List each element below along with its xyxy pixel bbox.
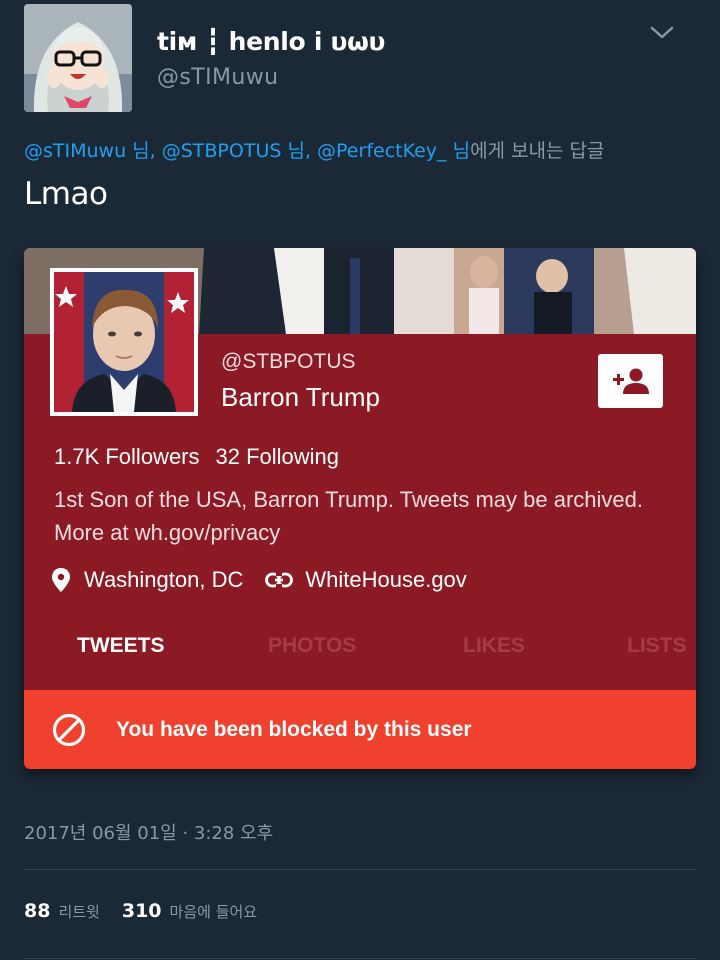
profile-card[interactable]: @STBPOTUS Barron Trump 1.7K Followers 32 … — [24, 248, 696, 769]
anime-avatar-image — [24, 4, 132, 112]
tab-likes[interactable]: LIKES — [463, 634, 525, 658]
profile-bio: 1st Son of the USA, Barron Trump. Tweets… — [54, 487, 643, 545]
profile-website-link[interactable]: WhiteHouse.gov — [305, 567, 466, 593]
followers-count[interactable]: 1.7K Followers — [54, 444, 200, 469]
profile-location: Washington, DC — [84, 567, 244, 592]
blocked-notice: You have been blocked by this user — [24, 690, 696, 769]
link-icon — [265, 572, 294, 588]
blocked-message: You have been blocked by this user — [116, 717, 472, 741]
engagement-stats: 88 리트윗 310 마음에 들어요 — [24, 900, 257, 922]
author-avatar[interactable] — [24, 4, 132, 112]
divider — [24, 869, 696, 870]
profile-portrait-image — [54, 272, 194, 412]
mention-link[interactable]: @sTIMuwu — [24, 140, 126, 162]
mention-suffix: 님, — [126, 140, 162, 162]
profile-handle: @STBPOTUS — [221, 350, 356, 373]
mention-suffix: 님, — [281, 140, 318, 162]
profile-name: Barron Trump — [221, 382, 380, 412]
mention-link[interactable]: @STBPOTUS — [162, 140, 282, 162]
retweet-count[interactable]: 88 — [24, 900, 50, 922]
follow-button[interactable] — [598, 354, 663, 408]
blocked-icon — [52, 713, 86, 747]
mention-suffix: 님 — [446, 140, 471, 162]
location-pin-icon — [52, 568, 70, 592]
chevron-down-icon[interactable] — [648, 24, 676, 42]
tab-lists[interactable]: LISTS — [627, 634, 687, 658]
profile-photo[interactable] — [50, 268, 198, 416]
add-person-icon — [612, 368, 649, 394]
mention-link[interactable]: @PerfectKey_ — [317, 140, 447, 162]
tab-photos[interactable]: PHOTOS — [268, 634, 356, 658]
profile-meta: Washington, DC WhiteHouse.gov — [52, 567, 467, 593]
author-display-name[interactable]: tiм ┇ henlo i υωυ — [157, 27, 385, 56]
divider — [24, 958, 696, 959]
tab-tweets[interactable]: TWEETS — [77, 634, 165, 658]
retweet-label[interactable]: 리트윗 — [58, 901, 99, 922]
reply-context: @sTIMuwu 님, @STBPOTUS 님, @PerfectKey_ 님에… — [24, 136, 605, 163]
tweet-timestamp: 2017년 06월 01일 · 3:28 오후 — [24, 823, 274, 844]
tweet-text: Lmao — [24, 176, 108, 212]
like-count[interactable]: 310 — [122, 900, 162, 922]
reply-context-label: 에게 보내는 답글 — [470, 140, 605, 162]
profile-stats: 1.7K Followers 32 Following — [54, 444, 339, 470]
like-label[interactable]: 마음에 들어요 — [170, 901, 258, 922]
profile-tabs: TWEETS PHOTOS LIKES LISTS — [24, 634, 696, 678]
author-handle[interactable]: @sTIMuwu — [157, 65, 278, 90]
following-count[interactable]: 32 Following — [216, 444, 340, 469]
